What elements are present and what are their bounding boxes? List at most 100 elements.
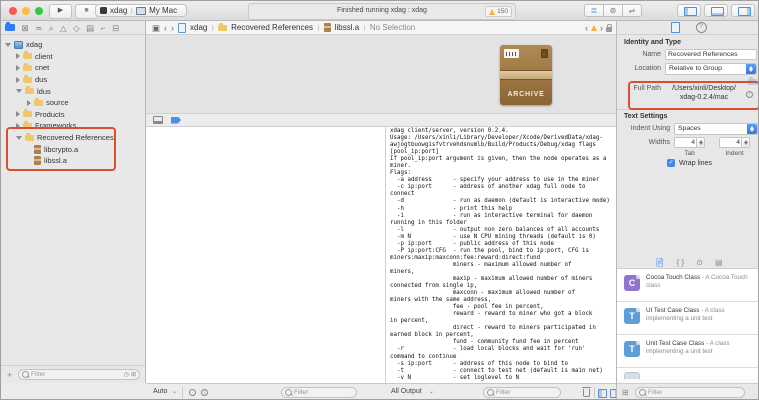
variables-scope-chevron-icon: ⌄ <box>172 388 177 395</box>
library-filter-field[interactable]: Filter <box>635 387 745 398</box>
back-button[interactable]: ‹ <box>164 23 167 33</box>
assistant-editor-button[interactable]: ⊛ <box>603 4 623 17</box>
folder-icon <box>23 111 32 117</box>
toggle-navigator-button[interactable] <box>677 4 701 17</box>
scheme-selector[interactable]: xdag ⟩ My Mac <box>95 4 187 17</box>
variables-filter-placeholder: Filter <box>294 389 308 396</box>
source-control-navigator-icon[interactable]: ⊠ <box>22 22 29 34</box>
test-navigator-icon[interactable]: ◇ <box>73 22 80 34</box>
disclosure-triangle-icon[interactable] <box>5 43 11 47</box>
recent-files-icon[interactable]: ◷ <box>124 370 129 380</box>
version-editor-button[interactable]: ⇌ <box>622 4 642 17</box>
code-snippet-library-icon[interactable]: { } <box>677 257 685 268</box>
name-label: Name <box>617 51 661 58</box>
zoom-button[interactable] <box>35 7 43 15</box>
next-issue-button[interactable]: › <box>600 23 603 33</box>
warning-count-badge[interactable]: 150 <box>485 6 512 17</box>
library-item-partial[interactable] <box>617 368 759 379</box>
variables-info-icon[interactable]: i <box>201 389 208 396</box>
name-field[interactable]: Recovered References <box>665 49 757 60</box>
report-navigator-icon[interactable]: ⊟ <box>112 22 119 34</box>
disclosure-triangle-icon[interactable] <box>27 100 31 106</box>
previous-issue-button[interactable]: ‹ <box>585 23 588 33</box>
disclosure-triangle-icon[interactable] <box>16 65 20 71</box>
toggle-inspector-button[interactable] <box>731 4 755 17</box>
standard-editor-button[interactable]: ≣ <box>584 4 604 17</box>
console-scope-selector[interactable]: All Output <box>391 388 422 395</box>
template-file-icon: T <box>624 341 640 357</box>
archive-clasp-icon <box>541 49 548 58</box>
variables-filter-field[interactable]: Filter <box>281 387 357 398</box>
tree-item-dus[interactable]: dus <box>1 74 145 86</box>
tree-item-xdag[interactable]: xdag <box>1 39 145 51</box>
hide-debug-area-icon[interactable] <box>153 116 163 124</box>
stepper-arrows-icon[interactable] <box>741 138 749 147</box>
console-filter-field[interactable]: Filter <box>483 387 561 398</box>
tree-item-cnet[interactable]: cnet <box>1 62 145 74</box>
quick-help-icon[interactable]: ? <box>696 22 707 33</box>
run-button[interactable]: ▶ <box>49 4 72 19</box>
find-navigator-icon[interactable]: ⌕ <box>49 22 54 34</box>
scm-status-filter-icon[interactable]: ⊞ <box>131 370 136 380</box>
breakpoint-navigator-icon[interactable]: ⌐ <box>101 22 106 34</box>
tree-item-source[interactable]: source <box>1 97 145 109</box>
version-editor-icon: ⇌ <box>629 6 636 15</box>
minimize-button[interactable] <box>22 7 30 15</box>
breadcrumb-separator: ⟩ <box>317 24 320 32</box>
clear-console-icon[interactable] <box>583 389 590 397</box>
variables-view <box>146 127 385 383</box>
library-grid-toggle-icon[interactable]: ⊞ <box>622 388 629 398</box>
disclosure-triangle-icon[interactable] <box>16 89 22 93</box>
tree-item-ldus[interactable]: ldus <box>1 85 145 97</box>
navigator-filter-field[interactable]: Filter ◷ ⊞ <box>18 369 140 380</box>
symbol-navigator-icon[interactable]: ≍ <box>35 22 42 34</box>
media-library-icon[interactable]: ▤ <box>715 257 723 268</box>
file-template-library-icon[interactable]: 📄︎ <box>655 257 665 268</box>
library-item-cocoa-touch-class[interactable]: CCocoa Touch Class - A Cocoa Touch class <box>617 269 759 302</box>
template-file-icon <box>624 372 640 379</box>
project-navigator-icon[interactable] <box>5 24 15 31</box>
breadcrumb-item[interactable]: libssl.a <box>335 23 359 32</box>
breakpoints-toggle-icon[interactable] <box>171 117 181 124</box>
indent-width-stepper[interactable]: 4 <box>719 137 750 148</box>
warning-icon <box>489 9 495 15</box>
toggle-debug-area-button[interactable] <box>704 4 728 17</box>
stepper-arrows-icon[interactable] <box>696 138 704 147</box>
library-item-text: Unit Test Case Class - A class implement… <box>646 340 755 356</box>
disclosure-triangle-icon[interactable] <box>16 77 20 83</box>
close-button[interactable] <box>9 7 17 15</box>
library-item-unit-test-case-class[interactable]: T Unit Test Case Class - A class implemen… <box>617 335 759 368</box>
breadcrumb-item[interactable]: xdag <box>190 23 207 32</box>
variables-layout-icon[interactable]: · <box>189 389 196 396</box>
wrap-lines-checkbox[interactable]: ✓ <box>667 159 675 167</box>
tree-item-client[interactable]: client <box>1 51 145 63</box>
archive-strap-icon <box>500 70 552 80</box>
forward-button[interactable]: › <box>171 23 174 33</box>
show-variables-view-icon[interactable] <box>598 389 607 398</box>
disclosure-triangle-icon[interactable] <box>16 53 20 59</box>
console-view[interactable]: xdag client/server, version 0.2.4. Usage… <box>386 127 616 383</box>
variables-scope-selector[interactable]: Auto <box>153 388 167 395</box>
filter-loupe-icon <box>487 389 494 396</box>
tree-item-label: client <box>35 52 53 61</box>
project-icon <box>14 41 23 49</box>
object-library-icon[interactable]: ⊙ <box>696 257 703 268</box>
library-list: CCocoa Touch Class - A Cocoa Touch class… <box>617 269 759 383</box>
library-item-ui-test-case-class[interactable]: TUI Test Case Class - A class implementi… <box>617 302 759 335</box>
tab-width-stepper[interactable]: 4 <box>674 137 705 148</box>
add-file-button[interactable]: + <box>7 370 12 380</box>
disclosure-triangle-icon[interactable] <box>16 111 20 117</box>
file-inspector-icon[interactable] <box>671 22 680 33</box>
related-items-icon[interactable]: ▣ <box>152 22 160 34</box>
issue-navigator-icon[interactable]: △ <box>60 22 67 34</box>
app-target-icon <box>100 7 107 14</box>
indent-using-dropdown[interactable]: Spaces <box>674 123 758 135</box>
location-dropdown[interactable]: Relative to Group <box>665 63 757 75</box>
debug-navigator-icon[interactable]: ▤ <box>86 22 94 34</box>
breadcrumb-item[interactable]: Recovered References <box>231 23 313 32</box>
breadcrumb-item[interactable]: No Selection <box>370 23 415 32</box>
folder-icon <box>34 100 43 106</box>
tree-item-products[interactable]: Products <box>1 109 145 121</box>
debug-area-divider[interactable] <box>385 127 386 400</box>
console-scope-chevron-icon: ⌄ <box>429 388 434 395</box>
